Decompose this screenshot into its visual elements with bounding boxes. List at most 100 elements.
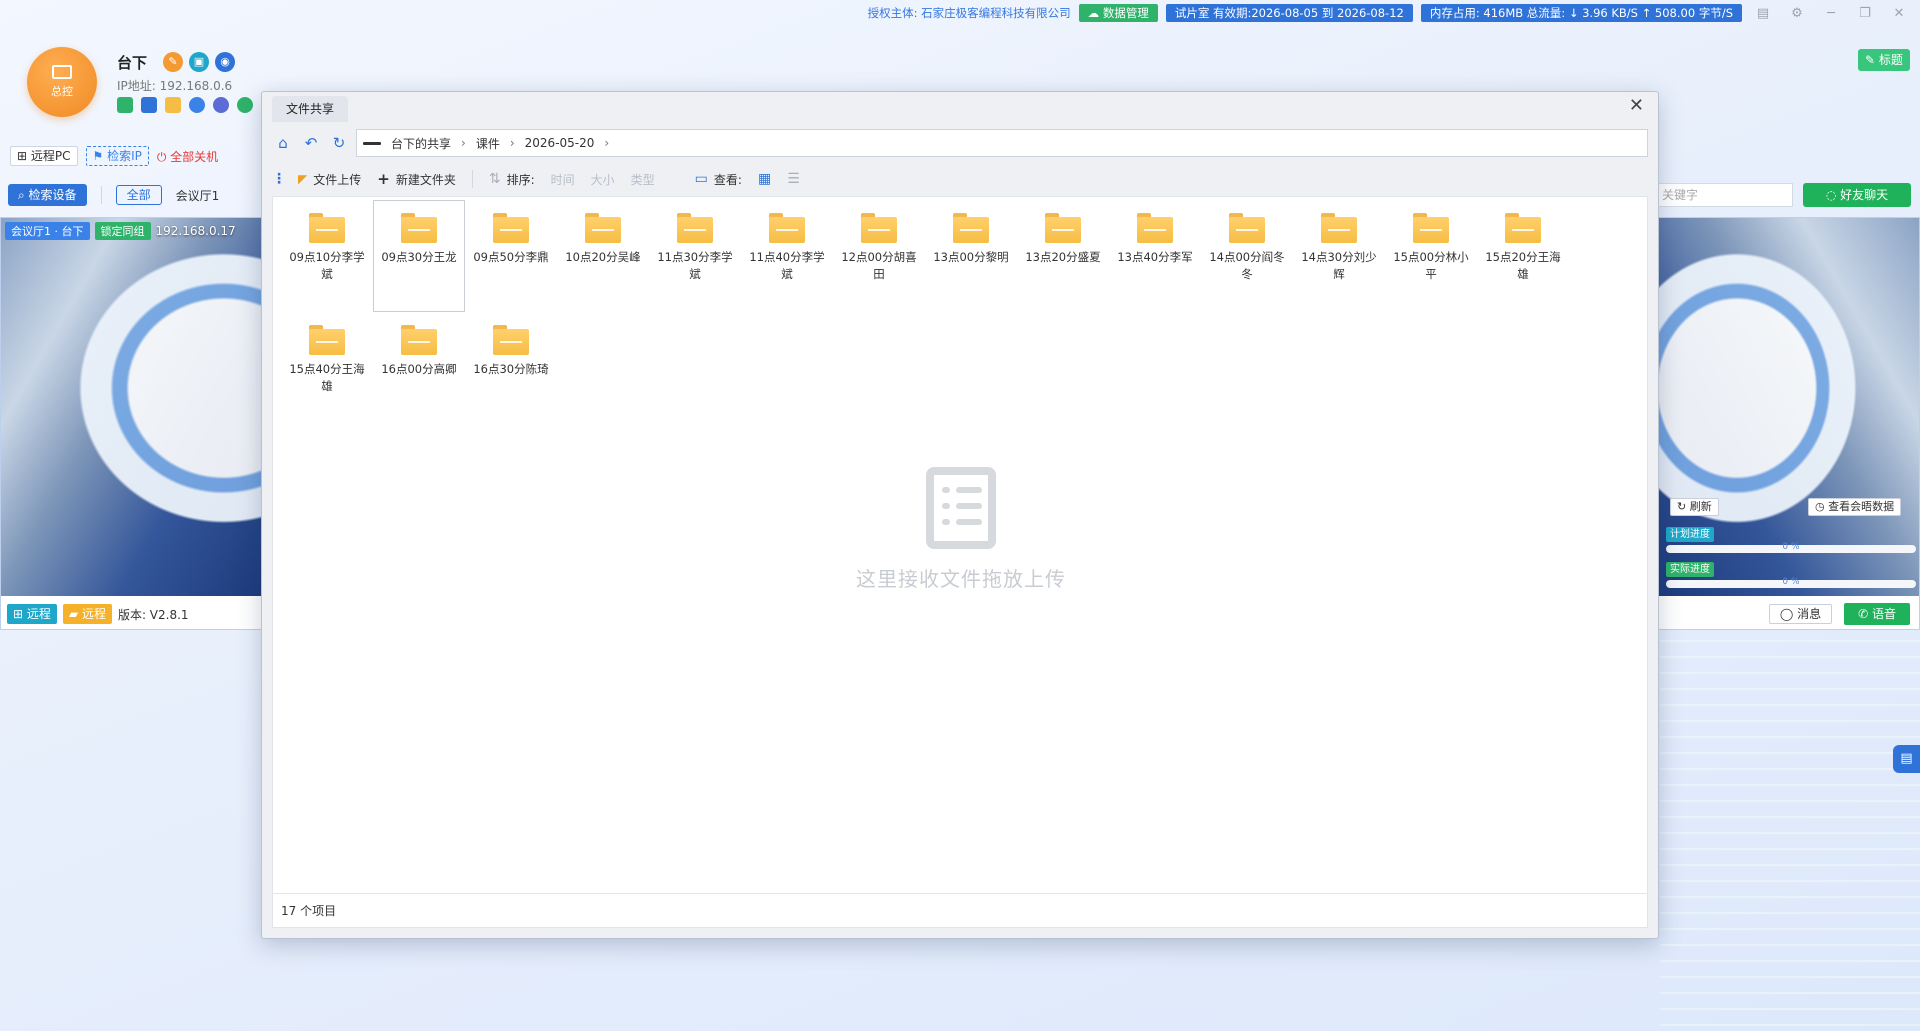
voice-button[interactable]: ✆ 语音 [1844,603,1910,625]
actual-progress: 实际进度 0 % [1666,561,1916,591]
sort-by-type[interactable]: 类型 [631,171,655,188]
lock-group-tag[interactable]: 锁定同组 [94,222,151,240]
edit-icon[interactable]: ✎ [163,52,183,72]
device-tabs: ⌕ 检索设备 全部 会议厅1 [0,182,262,208]
folder-name: 09点10分李学斌 [289,250,365,281]
home-icon[interactable]: ⌂ [272,134,294,152]
gear-icon[interactable]: ⚙ [1784,6,1810,21]
plan-progress: 计划进度 0 % [1666,526,1916,556]
folder-item[interactable]: 13点40分李军 [1109,200,1201,312]
folder-name: 09点50分李鼎 [473,250,549,264]
folder-item[interactable]: 14点00分阎冬冬 [1201,200,1293,312]
system-stats-badge: 内存占用: 416MB 总流量: ↓ 3.96 KB/S ↑ 508.00 字节… [1420,4,1742,22]
folder-icon [953,213,989,243]
new-folder-button[interactable]: + 新建文件夹 [377,170,456,188]
folder-item[interactable]: 12点00分胡喜田 [833,200,925,312]
close-icon[interactable]: ✕ [1886,6,1912,21]
folder-item[interactable]: 13点20分盛夏 [1017,200,1109,312]
breadcrumb-item[interactable]: 台下的共享 [391,135,451,152]
drop-zone[interactable]: 这里接收文件拖放上传 [273,467,1649,592]
device-screen-preview[interactable] [1,218,261,596]
divider [471,170,473,188]
folder-item[interactable]: 14点30分刘少辉 [1293,200,1385,312]
screen-icon[interactable]: ▣ [189,52,209,72]
folder-item[interactable]: 13点00分黎明 [925,200,1017,312]
sort-by-size[interactable]: 大小 [591,171,615,188]
chat-icon[interactable] [141,97,157,113]
folder-item[interactable]: 15点00分林小平 [1385,200,1477,312]
avatar[interactable]: 总控 [27,47,97,117]
breadcrumb-item[interactable]: 2026-05-20 [525,136,595,150]
close-icon[interactable]: ✕ [1629,95,1644,116]
folder-item[interactable]: 16点30分陈琦 [465,312,557,424]
restore-icon[interactable]: ❐ [1852,6,1878,21]
data-management-button[interactable]: ☁ 数据管理 [1078,4,1158,22]
remote-desktop-button[interactable]: ⊞ 远程 [7,604,57,624]
keyword-search-input[interactable]: 关键字 [1657,183,1793,207]
more-menu-icon[interactable]: ⋮ [272,171,286,187]
folder-icon[interactable] [165,97,181,113]
search-ip-button[interactable]: ⚑ 检索IP [85,146,149,166]
folder-item[interactable]: 15点40分王海雄 [281,312,373,424]
friend-chat-button[interactable]: ◌ 好友聊天 [1803,183,1911,207]
file-content-area[interactable]: 09点10分李学斌 09点30分王龙 09点50分李鼎 10点20分吴峰 11点30分李… [272,196,1648,894]
user-name: 台下 [117,54,148,72]
folder-name: 15点40分王海雄 [289,362,365,393]
folder-name: 13点00分黎明 [933,250,1009,264]
folder-icon [769,213,805,243]
title-button[interactable]: ✎ 标题 [1858,49,1910,71]
status-bar: 17 个项目 [272,894,1648,928]
tab-all[interactable]: 全部 [115,185,162,205]
back-icon[interactable]: ↶ [300,134,322,152]
folder-item[interactable]: 09点10分李学斌 [281,200,373,312]
refresh-button[interactable]: ↻ 刷新 [1670,498,1719,516]
folder-name: 13点20分盛夏 [1025,250,1101,264]
folder-item[interactable]: 15点20分王海雄 [1477,200,1569,312]
clipboard-icon[interactable]: ▤ [1750,6,1776,21]
plan-progress-label: 计划进度 [1666,527,1714,542]
folder-item[interactable]: 10点20分吴峰 [557,200,649,312]
chevron-right-icon: › [509,136,515,150]
folder-name: 11点40分李学斌 [749,250,825,281]
folder-icon [861,213,897,243]
folder-icon [309,213,345,243]
license-name: 石家庄极客编程科技有限公司 [921,6,1071,20]
folder-name: 09点30分王龙 [381,250,457,264]
device-card-left[interactable]: 会议厅1 · 台下 锁定同组 192.168.0.17 ⊞ 远程 ▰ 远程 版本… [0,217,262,630]
folder-name: 15点20分王海雄 [1485,250,1561,281]
breadcrumb[interactable]: 台下的共享 › 课件 › 2026-05-20 › [356,129,1648,157]
remote-pc-button[interactable]: ⊞ 远程PC [10,146,78,166]
list-view-icon[interactable]: ☰ [787,171,800,187]
drop-hint: 这里接收文件拖放上传 [856,567,1066,591]
remote-control-button[interactable]: ▰ 远程 [62,604,112,624]
monitor-icon: ▭ [694,171,708,187]
folder-name: 16点00分高卿 [381,362,457,376]
globe-icon[interactable] [213,97,229,113]
device-card-right[interactable]: ↻ 刷新 ◷ 查看会晤数据 计划进度 0 % 实际进度 0 % [1657,217,1920,630]
speaker-icon[interactable] [117,97,133,113]
folder-item[interactable]: 11点30分李学斌 [649,200,741,312]
search-device-button[interactable]: ⌕ 检索设备 [8,184,87,206]
eye-icon[interactable]: ◉ [215,52,235,72]
message-button[interactable]: ◯ 消息 [1768,604,1833,624]
folder-name: 16点30分陈琦 [473,362,549,376]
view-meeting-data-button[interactable]: ◷ 查看会晤数据 [1808,498,1902,516]
shutdown-all-button[interactable]: ⏻ 全部关机 [157,148,218,165]
folder-item[interactable]: 16点00分高卿 [373,312,465,424]
refresh-icon[interactable]: ↻ [328,134,350,152]
sort-by-time[interactable]: 时间 [551,171,575,188]
wechat-icon[interactable] [237,97,253,113]
plan-progress-bar: 0 % [1666,542,1916,553]
dialog-title-bar: 文件共享 [272,92,349,122]
tab-room[interactable]: 会议厅1 [176,187,220,204]
upload-icon: ◤ [298,172,308,186]
side-panel-toggle[interactable]: ▤ [1893,745,1920,773]
folder-item[interactable]: 11点40分李学斌 [741,200,833,312]
grid-view-icon[interactable]: ▦ [758,171,771,187]
share-icon[interactable] [189,97,205,113]
upload-button[interactable]: ◤ 文件上传 [298,171,361,188]
breadcrumb-item[interactable]: 课件 [476,135,500,152]
folder-item[interactable]: 09点50分李鼎 [465,200,557,312]
minimize-icon[interactable]: ─ [1818,6,1844,21]
folder-item[interactable]: 09点30分王龙 [373,200,465,312]
